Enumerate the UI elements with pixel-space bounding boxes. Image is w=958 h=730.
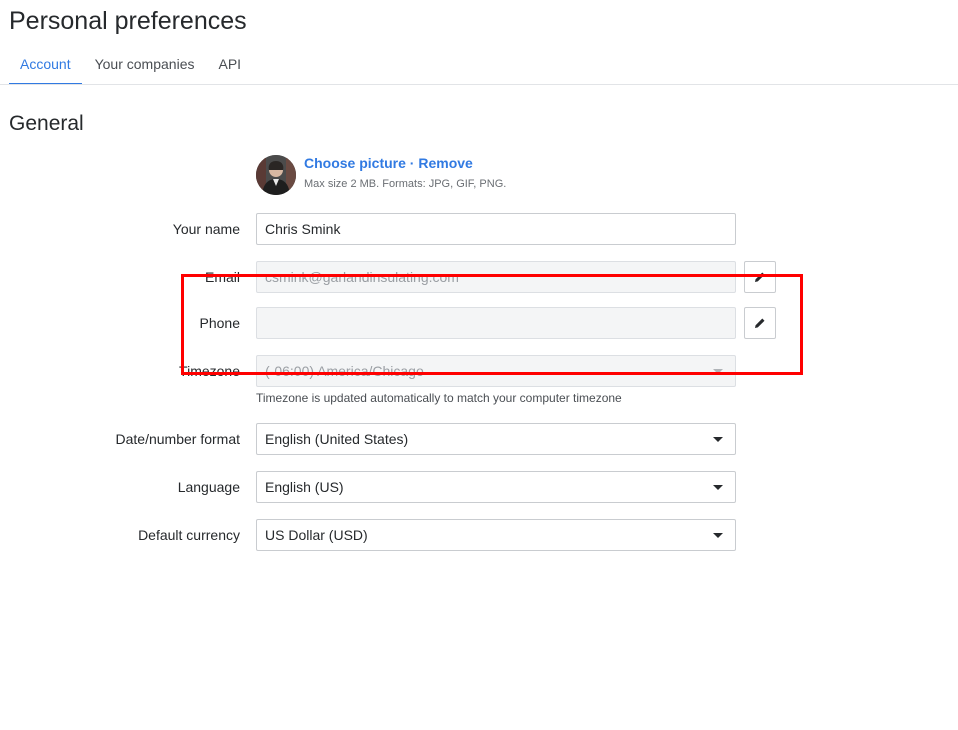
phone-field xyxy=(256,307,736,339)
choose-picture-link[interactable]: Choose picture xyxy=(304,155,406,171)
pencil-icon xyxy=(755,318,765,328)
chevron-down-icon xyxy=(713,485,723,490)
chevron-down-icon xyxy=(713,437,723,442)
pencil-icon xyxy=(755,272,765,282)
email-label: Email xyxy=(204,269,240,285)
picture-actions: Choose picture · Remove xyxy=(304,154,473,172)
currency-select[interactable]: US Dollar (USD) xyxy=(256,519,736,551)
tab-api[interactable]: API xyxy=(207,52,252,85)
page-title: Personal preferences xyxy=(9,7,247,35)
language-select[interactable]: English (US) xyxy=(256,471,736,503)
edit-email-button[interactable] xyxy=(744,261,776,293)
edit-phone-button[interactable] xyxy=(744,307,776,339)
date-format-select[interactable]: English (United States) xyxy=(256,423,736,455)
timezone-select: (-06:00) America/Chicago xyxy=(256,355,736,387)
language-value: English (US) xyxy=(265,479,344,495)
date-format-label: Date/number format xyxy=(115,431,241,447)
email-field: csmink@garlandinsulating.com xyxy=(256,261,736,293)
picture-hint: Max size 2 MB. Formats: JPG, GIF, PNG. xyxy=(304,178,507,190)
language-label: Language xyxy=(177,479,240,495)
chevron-down-icon xyxy=(713,533,723,538)
tab-account[interactable]: Account xyxy=(9,52,82,85)
tab-bar: Account Your companies API xyxy=(9,52,254,85)
section-title: General xyxy=(9,112,84,135)
timezone-value: (-06:00) America/Chicago xyxy=(265,363,424,379)
link-separator: · xyxy=(409,155,415,171)
name-input[interactable]: Chris Smink xyxy=(256,213,736,245)
timezone-hint: Timezone is updated automatically to mat… xyxy=(256,391,622,405)
remove-picture-link[interactable]: Remove xyxy=(418,155,472,171)
currency-value: US Dollar (USD) xyxy=(265,527,368,543)
chevron-down-icon xyxy=(713,369,723,374)
tab-your-companies[interactable]: Your companies xyxy=(84,52,206,85)
timezone-label: Timezone xyxy=(179,363,240,379)
date-format-value: English (United States) xyxy=(265,431,409,447)
tabs-divider xyxy=(0,84,958,85)
avatar[interactable] xyxy=(256,155,296,195)
phone-label: Phone xyxy=(199,315,240,331)
currency-label: Default currency xyxy=(138,527,240,543)
name-label: Your name xyxy=(172,221,240,237)
